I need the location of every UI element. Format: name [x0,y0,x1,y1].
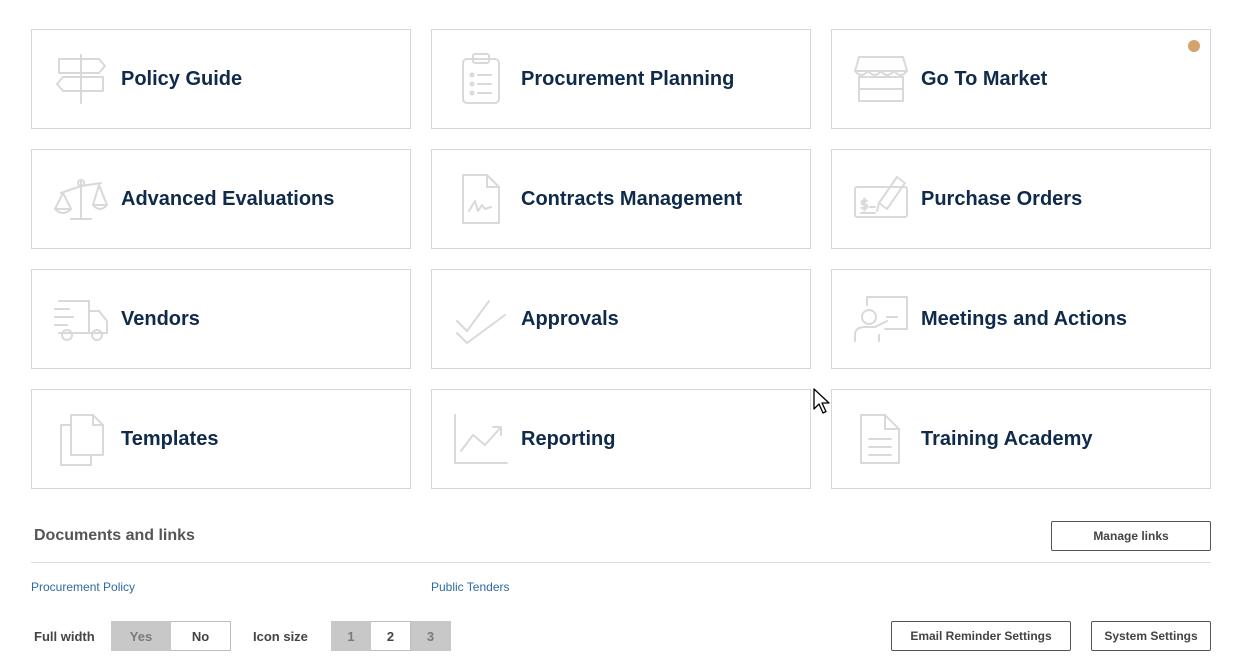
tile-training-academy[interactable]: Training Academy [831,389,1211,489]
icon-size-1[interactable]: 1 [331,621,371,651]
tile-label: Advanced Evaluations [121,187,335,210]
tile-advanced-evaluations[interactable]: Advanced Evaluations [31,149,411,249]
tile-vendors[interactable]: Vendors [31,269,411,369]
presenter-board-icon [853,291,909,347]
notification-dot [1188,40,1200,52]
tile-label: Go To Market [921,67,1048,90]
dashboard-page: Policy Guide Procurement Planning Go To … [0,0,1246,664]
tile-label: Purchase Orders [921,187,1083,210]
full-width-toggle: Yes No [111,621,231,651]
signed-document-icon [453,171,509,227]
module-tile-grid: Policy Guide Procurement Planning Go To … [31,29,1211,489]
icon-size-label: Icon size [253,629,308,644]
tile-label: Training Academy [921,427,1093,450]
system-settings-button[interactable]: System Settings [1091,621,1211,651]
clipboard-list-icon [453,51,509,107]
link-public-tenders[interactable]: Public Tenders [431,580,510,594]
full-width-yes[interactable]: Yes [111,621,171,651]
scales-icon [53,171,109,227]
svg-text:$: $ [860,197,869,213]
tile-label: Approvals [521,307,619,330]
manage-links-button[interactable]: Manage links [1051,521,1211,551]
tile-templates[interactable]: Templates [31,389,411,489]
tile-label: Reporting [521,427,616,450]
icon-size-selector: 1 2 3 [331,621,451,651]
tile-label: Contracts Management [521,187,743,210]
documents-title: Documents and links [34,527,195,544]
copy-documents-icon [53,411,109,467]
tile-contracts-management[interactable]: Contracts Management [431,149,811,249]
tile-purchase-orders[interactable]: $ Purchase Orders [831,149,1211,249]
full-width-no[interactable]: No [171,621,231,651]
tile-label: Procurement Planning [521,67,735,90]
tile-go-to-market[interactable]: Go To Market [831,29,1211,129]
document-lines-icon [853,411,909,467]
tile-label: Templates [121,427,219,450]
tile-label: Policy Guide [121,67,243,90]
tile-label: Vendors [121,307,200,330]
link-procurement-policy[interactable]: Procurement Policy [31,580,135,594]
signpost-icon [53,51,109,107]
tile-procurement-planning[interactable]: Procurement Planning [431,29,811,129]
tile-approvals[interactable]: Approvals [431,269,811,369]
email-reminder-settings-button[interactable]: Email Reminder Settings [891,621,1071,651]
cheque-icon: $ [853,171,909,227]
tile-policy-guide[interactable]: Policy Guide [31,29,411,129]
tile-meetings-and-actions[interactable]: Meetings and Actions [831,269,1211,369]
tile-reporting[interactable]: Reporting [431,389,811,489]
settings-bar: Full width Yes No Icon size 1 2 3 Email … [31,621,1211,651]
double-check-icon [453,291,509,347]
delivery-truck-icon [53,291,109,347]
icon-size-3[interactable]: 3 [411,621,451,651]
trend-chart-icon [453,411,509,467]
documents-section-header: Documents and links Manage links [31,516,1211,563]
icon-size-2[interactable]: 2 [371,621,411,651]
mouse-cursor-icon [813,388,830,414]
full-width-label: Full width [34,629,95,644]
tile-label: Meetings and Actions [921,307,1127,330]
storefront-icon [853,51,909,107]
